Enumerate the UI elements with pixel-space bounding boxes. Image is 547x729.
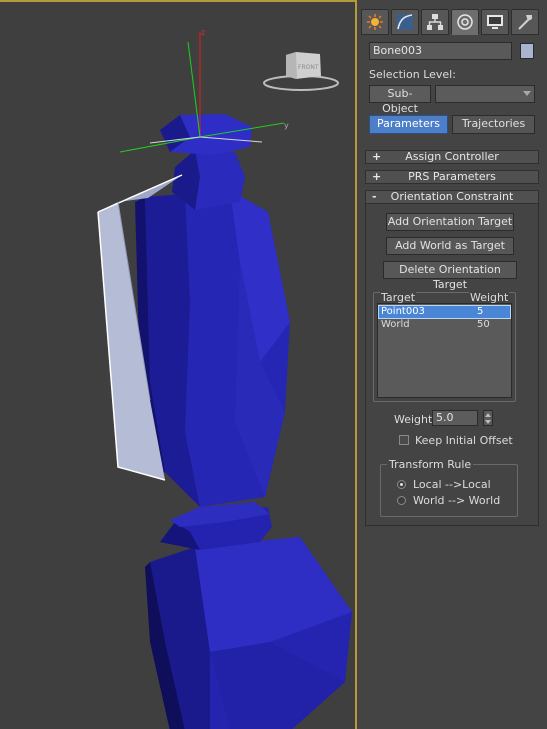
command-panel-tabs <box>361 9 543 37</box>
tab-utilities[interactable] <box>511 9 539 35</box>
subobject-dropdown[interactable] <box>435 85 535 103</box>
tab-modify[interactable] <box>391 9 419 35</box>
tab-motion[interactable] <box>451 9 479 35</box>
perspective-viewport[interactable]: z y FRONT <box>0 0 357 729</box>
chevron-down-icon <box>523 91 531 96</box>
y-axis-label: y <box>284 121 289 130</box>
rollout-assign-controller[interactable]: + Assign Controller <box>365 150 539 164</box>
list-item[interactable]: World 50 <box>379 319 510 331</box>
lower-bone-mesh[interactable] <box>145 537 352 729</box>
tab-create[interactable] <box>361 9 389 35</box>
radio-selected-icon <box>397 480 406 489</box>
display-icon <box>487 15 503 29</box>
radio-label: World --> World <box>413 494 501 507</box>
checkbox-box[interactable] <box>399 435 409 445</box>
transform-rule-group: Transform Rule Local -->Local World --> … <box>380 458 518 517</box>
expand-icon: + <box>372 150 382 163</box>
collapse-icon: - <box>372 190 377 203</box>
selection-level-label: Selection Level: <box>369 68 456 81</box>
rollout-orientation-constraint[interactable]: - Orientation Constraint <box>365 190 539 204</box>
utilities-icon <box>518 15 532 30</box>
transform-rule-header: Transform Rule <box>387 458 474 471</box>
modify-icon <box>397 14 413 30</box>
radio-label: Local -->Local <box>413 478 491 491</box>
list-item[interactable]: Point003 5 <box>378 305 511 319</box>
weight-input[interactable]: 5.0 <box>432 410 478 426</box>
add-world-target-button[interactable]: Add World as Target <box>386 237 514 255</box>
parameters-button[interactable]: Parameters <box>369 115 448 134</box>
target-weight-group: Target Weight Point003 5 World 50 <box>373 291 516 402</box>
target-list[interactable]: Point003 5 World 50 <box>377 303 512 398</box>
subobject-button[interactable]: Sub-Object <box>369 85 431 115</box>
expand-icon: + <box>372 170 382 183</box>
tab-display[interactable] <box>481 9 509 35</box>
motion-icon <box>457 14 473 30</box>
radio-unselected-icon <box>397 496 406 505</box>
rollout-title: Orientation Constraint <box>390 190 514 203</box>
hierarchy-icon <box>427 14 443 30</box>
checkbox-label: Keep Initial Offset <box>415 434 513 447</box>
viewcube-face-label: FRONT <box>298 64 319 71</box>
object-color-swatch[interactable] <box>520 43 534 59</box>
weight-spinner[interactable] <box>483 410 493 426</box>
target-name: Point003 <box>381 306 425 317</box>
viewport-scene: z y FRONT <box>97 28 352 729</box>
target-weight: 50 <box>477 319 490 330</box>
viewcube[interactable]: FRONT <box>263 52 339 91</box>
command-panel: Bone003 Selection Level: Sub-Object Para… <box>359 0 547 729</box>
target-weight: 5 <box>477 306 484 317</box>
create-icon <box>367 14 383 30</box>
rollout-title: Assign Controller <box>405 150 499 163</box>
rollout-title: PRS Parameters <box>408 170 496 183</box>
tab-hierarchy[interactable] <box>421 9 449 35</box>
orientation-constraint-body: Add Orientation Target Add World as Targ… <box>365 204 539 526</box>
trajectories-button[interactable]: Trajectories <box>452 115 535 134</box>
delete-orientation-target-button[interactable]: Delete Orientation Target <box>383 261 517 291</box>
weight-label: Weight <box>394 413 433 426</box>
spinner-up-icon <box>485 413 491 417</box>
spinner-down-icon <box>485 420 491 424</box>
target-name: World <box>381 319 410 330</box>
upper-bone-mesh[interactable] <box>97 114 290 507</box>
object-name-field[interactable]: Bone003 <box>369 42 512 60</box>
add-orientation-target-button[interactable]: Add Orientation Target <box>386 213 514 231</box>
rollout-prs-parameters[interactable]: + PRS Parameters <box>365 170 539 184</box>
z-axis-label: z <box>201 28 205 37</box>
